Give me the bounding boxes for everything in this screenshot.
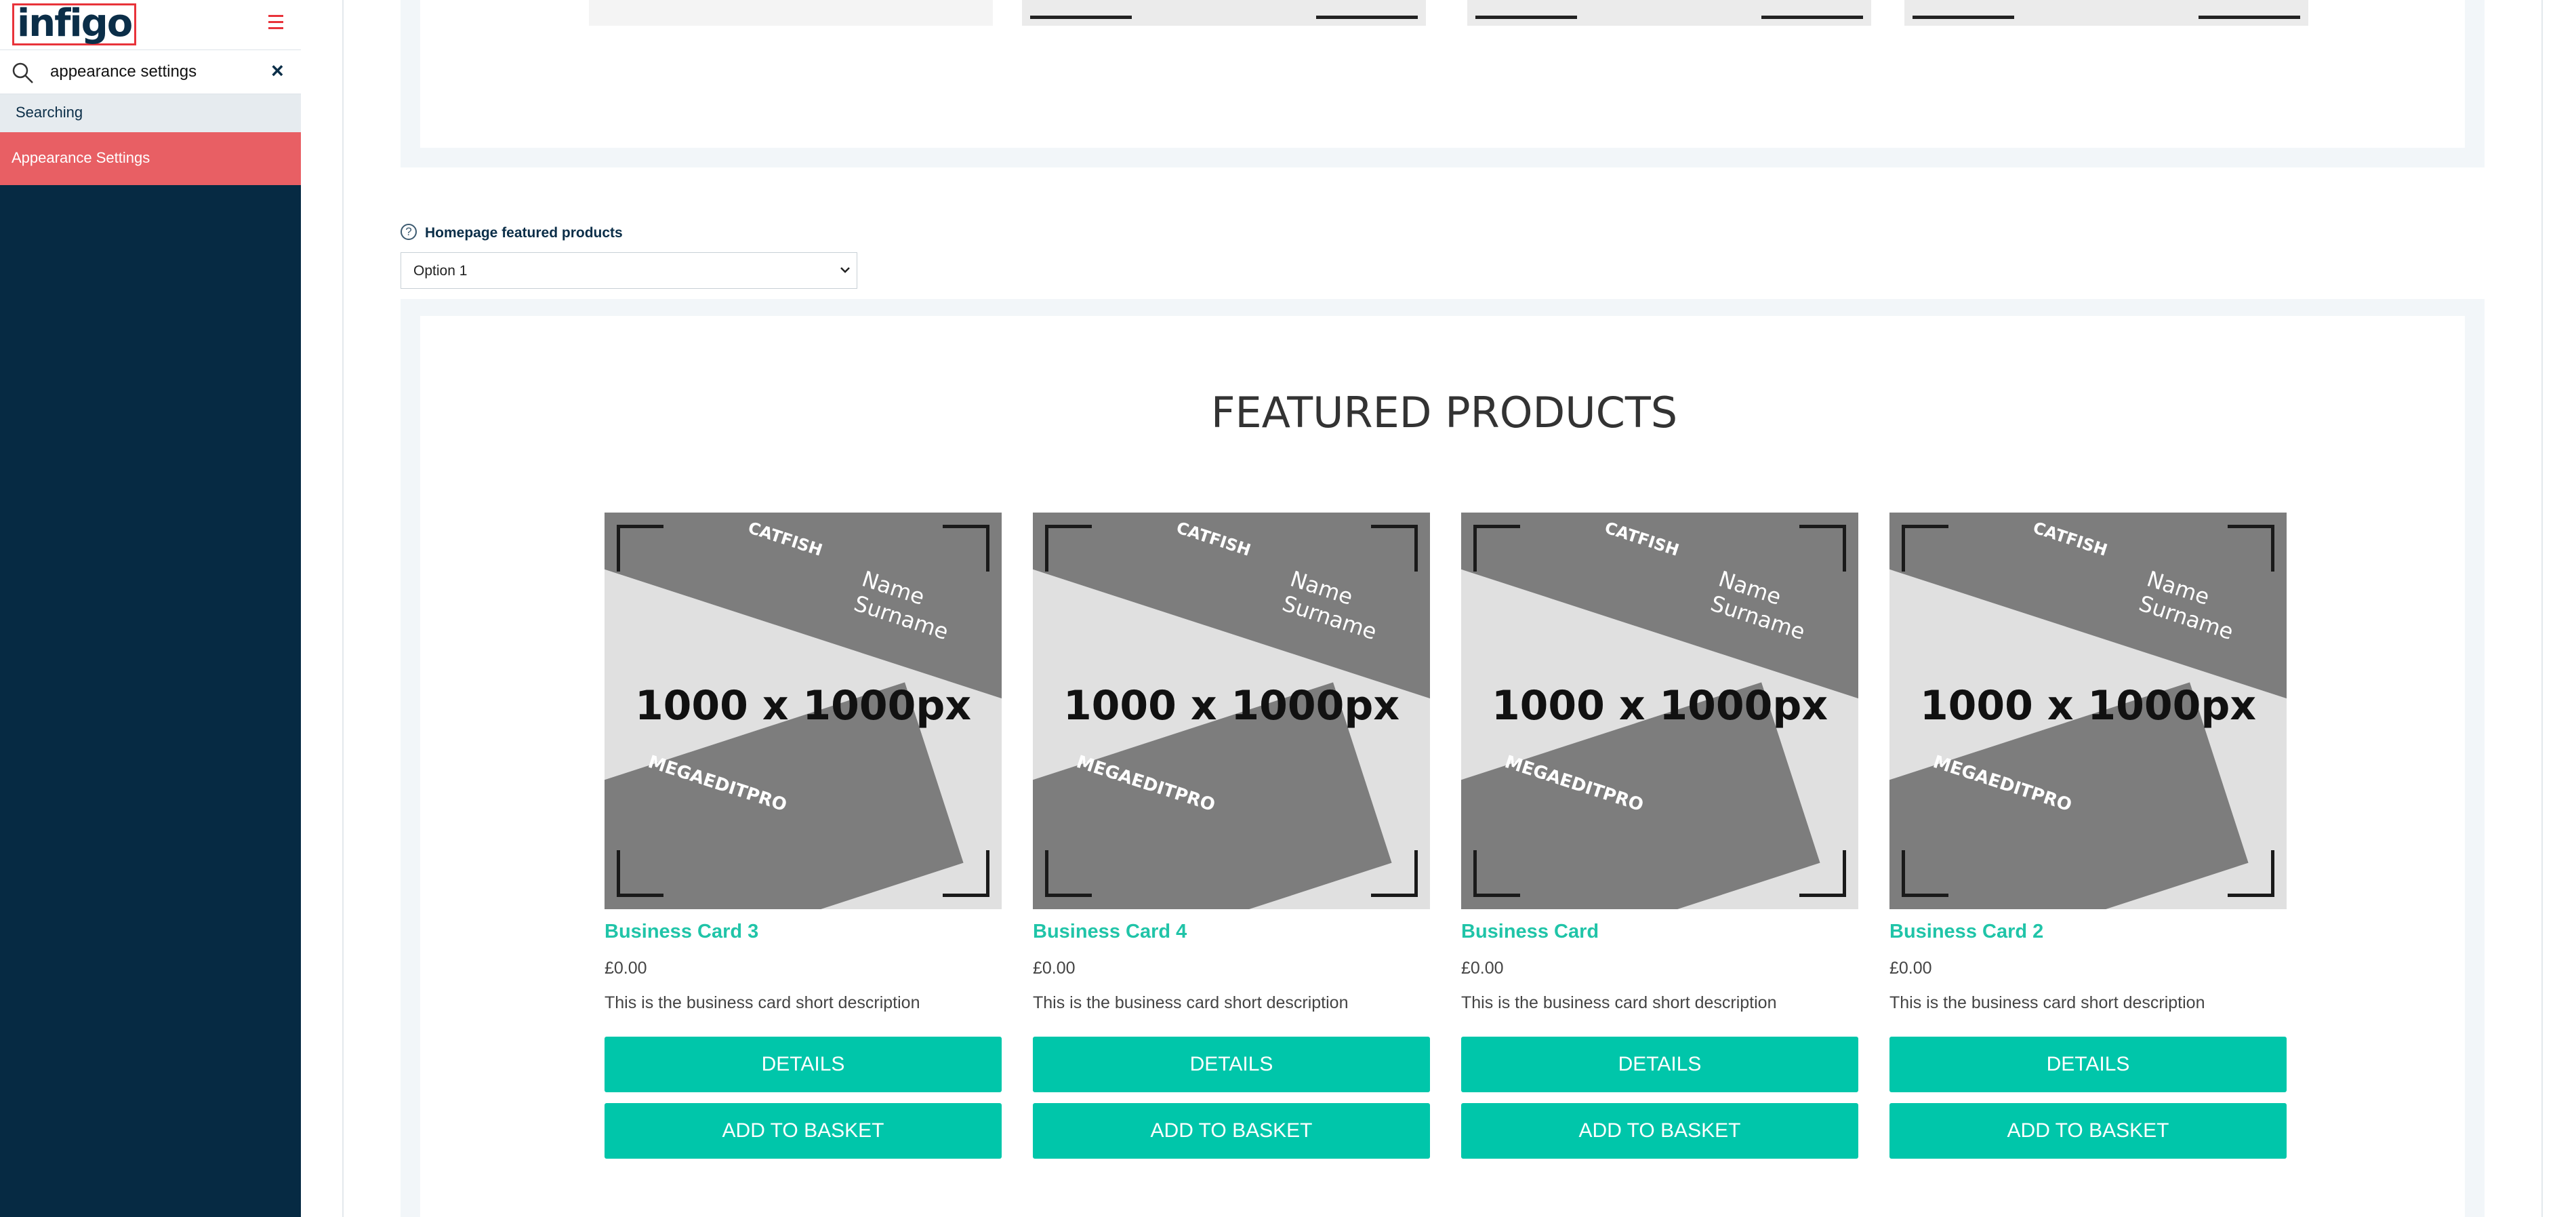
search-result-label: Appearance Settings [12,149,150,166]
search-result-appearance-settings[interactable]: Appearance Settings [0,132,301,185]
close-icon[interactable]: × [271,58,284,83]
image-placeholder-text: 1000 x 1000px [1491,682,1828,730]
product-image[interactable]: CATFISH Name Surname MEGAEDITPRO 1000 x … [1461,513,1858,909]
product-price: £0.00 [1461,959,1504,978]
help-icon[interactable]: ? [401,224,417,240]
add-to-basket-button[interactable]: ADD TO BASKET [605,1103,1002,1159]
sidebar-search: × [0,49,301,94]
product-image-stub [1467,0,1871,26]
details-button[interactable]: DETAILS [1461,1037,1858,1092]
product-image-stub [1022,0,1426,26]
hamburger-icon[interactable] [268,15,283,33]
setting-label: Homepage featured products [425,225,623,241]
image-placeholder-text: 1000 x 1000px [1063,682,1400,730]
search-input[interactable] [50,60,253,84]
product-description: This is the business card short descript… [1461,993,1777,1012]
infigo-logo[interactable]: infigo [12,3,137,45]
details-button[interactable]: DETAILS [1033,1037,1430,1092]
product-image-stub [1904,0,2308,26]
product-description: This is the business card short descript… [1889,993,2205,1012]
details-button[interactable]: DETAILS [1889,1037,2287,1092]
featured-products-select[interactable]: Option 1 [401,252,857,289]
product-description: This is the business card short descript… [1033,993,1349,1012]
select-value: Option 1 [413,263,468,279]
product-image[interactable]: CATFISH Name Surname MEGAEDITPRO 1000 x … [1033,513,1430,909]
search-status-label: Searching [16,104,83,121]
image-placeholder-text: 1000 x 1000px [1919,682,2257,730]
product-image[interactable]: CATFISH Name Surname MEGAEDITPRO 1000 x … [1889,513,2287,909]
product-name[interactable]: Business Card 2 [1889,921,2043,943]
previous-preview-panel [401,0,2485,167]
image-placeholder-text: 1000 x 1000px [634,682,972,730]
product-image[interactable]: CATFISH Name Surname MEGAEDITPRO 1000 x … [605,513,1002,909]
product-price: £0.00 [1033,959,1076,978]
featured-products-title: FEATURED PRODUCTS [1210,388,1678,437]
product-price: £0.00 [1889,959,1932,978]
product-name[interactable]: Business Card 3 [605,921,758,943]
product-name[interactable]: Business Card [1461,921,1599,943]
sidebar: infigo × Searching Appearance Settings [0,0,301,1217]
sidebar-header: infigo [0,0,301,49]
search-icon [12,62,33,83]
product-name[interactable]: Business Card 4 [1033,921,1187,943]
details-button[interactable]: DETAILS [605,1037,1002,1092]
product-description: This is the business card short descript… [605,993,920,1012]
add-to-basket-button[interactable]: ADD TO BASKET [1889,1103,2287,1159]
add-to-basket-button[interactable]: ADD TO BASKET [1461,1103,1858,1159]
previous-preview-inner [420,0,2465,148]
product-image-stub [589,0,993,26]
product-price: £0.00 [605,959,647,978]
content-border-right [2541,0,2543,1217]
search-status: Searching [0,94,301,132]
content-border-left [342,0,344,1217]
add-to-basket-button[interactable]: ADD TO BASKET [1033,1103,1430,1159]
chevron-down-icon [840,267,850,273]
